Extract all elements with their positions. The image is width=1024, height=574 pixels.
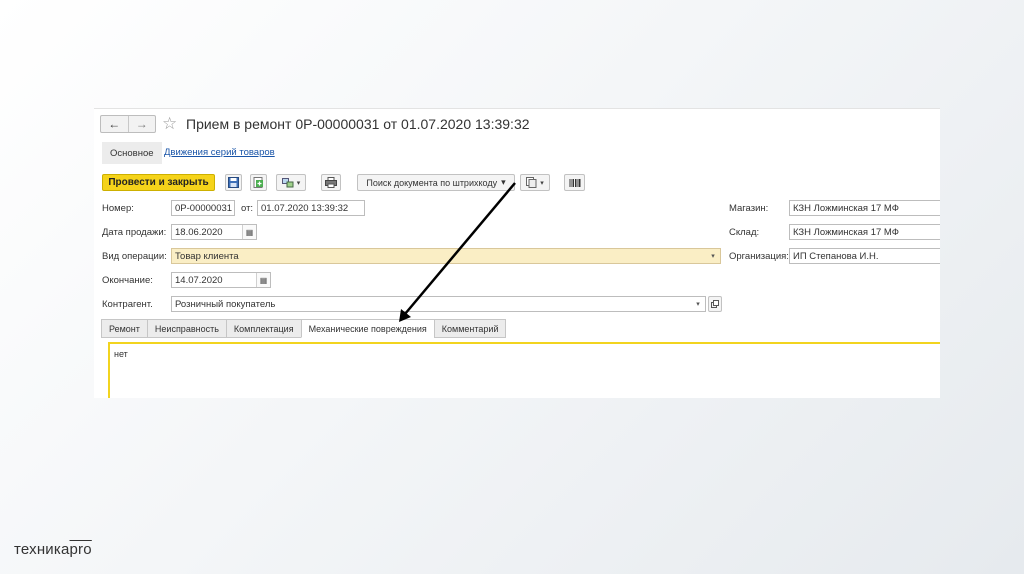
sale-date-field[interactable]: 18.06.2020 ▦	[171, 224, 257, 240]
end-date-field[interactable]: 14.07.2020 ▦	[171, 272, 271, 288]
dropdown-icon[interactable]: ▾	[706, 249, 720, 263]
subtabs-bar: Ремонт Неисправность Комплектация Механи…	[101, 319, 507, 338]
save-icon	[228, 177, 239, 188]
print-button[interactable]	[321, 174, 341, 191]
damage-textarea[interactable]: нет	[108, 342, 940, 398]
star-icon[interactable]: ☆	[162, 115, 177, 132]
counterparty-select[interactable]: Розничный покупатель ▾	[171, 296, 706, 312]
tab-repair[interactable]: Ремонт	[101, 319, 147, 338]
back-arrow-icon[interactable]: ←	[101, 116, 128, 132]
operation-select[interactable]: Товар клиента ▾	[171, 248, 721, 264]
operation-label: Вид операции:	[102, 251, 167, 262]
organization-label: Организация:	[729, 251, 789, 262]
barcode-search-button[interactable]: Поиск документа по штрихкоду ▾	[357, 174, 515, 191]
dropdown-icon[interactable]: ▾	[691, 297, 705, 311]
sale-date-label: Дата продажи:	[102, 227, 167, 238]
tab-malfunction[interactable]: Неисправность	[146, 319, 226, 338]
number-label: Номер:	[102, 203, 134, 214]
from-label: от:	[241, 203, 254, 214]
post-and-close-button[interactable]: Провести и закрыть	[102, 174, 215, 191]
warehouse-field[interactable]: КЗН Ложминская 17 МФ	[789, 224, 940, 240]
document-window: ← → ☆ Прием в ремонт 0Р-00000031 от 01.0…	[94, 108, 940, 398]
dropdown-icon: ▾	[296, 179, 301, 187]
window-title: Прием в ремонт 0Р-00000031 от 01.07.2020…	[186, 116, 530, 132]
open-button[interactable]	[708, 296, 722, 312]
tab-comment[interactable]: Комментарий	[433, 319, 507, 338]
end-date-value: 14.07.2020	[175, 274, 223, 286]
number-field[interactable]: 0Р-00000031	[171, 200, 235, 216]
organization-field[interactable]: ИП Степанова И.Н.	[789, 248, 940, 264]
structure-icon	[281, 177, 294, 187]
save-button[interactable]	[225, 174, 242, 191]
counterparty-value: Розничный покупатель	[175, 298, 276, 310]
company-logo: техникаpro	[14, 541, 92, 558]
date-time-field[interactable]: 01.07.2020 13:39:32	[257, 200, 365, 216]
print-icon	[325, 177, 337, 188]
operation-value: Товар клиента	[175, 250, 239, 262]
sale-date-value: 18.06.2020	[175, 226, 223, 238]
navigation-buttons: ← →	[100, 115, 156, 133]
create-based-button[interactable]	[250, 174, 267, 191]
calendar-icon[interactable]: ▦	[242, 225, 256, 239]
tab-series-movements[interactable]: Движения серий товаров	[164, 147, 275, 158]
end-date-label: Окончание:	[102, 275, 153, 286]
barcode-search-label: Поиск документа по штрихкоду	[366, 177, 498, 188]
document-green-icon	[253, 177, 263, 188]
barcode-button[interactable]	[564, 174, 585, 191]
structure-button[interactable]: ▾	[276, 174, 306, 191]
counterparty-label: Контрагент.	[102, 299, 153, 310]
barcode-icon	[569, 178, 580, 187]
dropdown-icon: ▾	[540, 179, 544, 187]
logo-text: техника	[14, 541, 70, 558]
forward-arrow-icon[interactable]: →	[127, 116, 156, 132]
copy-button[interactable]: ▾	[520, 174, 550, 191]
calendar-icon[interactable]: ▦	[256, 273, 270, 287]
store-label: Магазин:	[729, 203, 769, 214]
tab-mechanical-damage[interactable]: Механические повреждения	[300, 319, 434, 338]
dropdown-icon: ▾	[501, 177, 506, 187]
logo-suffix: pro	[69, 541, 92, 558]
warehouse-label: Склад:	[729, 227, 760, 238]
store-field[interactable]: КЗН Ложминская 17 МФ	[789, 200, 940, 216]
open-icon	[711, 300, 719, 308]
tab-main[interactable]: Основное	[102, 142, 162, 164]
copy-icon	[526, 177, 537, 188]
tab-completeness[interactable]: Комплектация	[225, 319, 301, 338]
